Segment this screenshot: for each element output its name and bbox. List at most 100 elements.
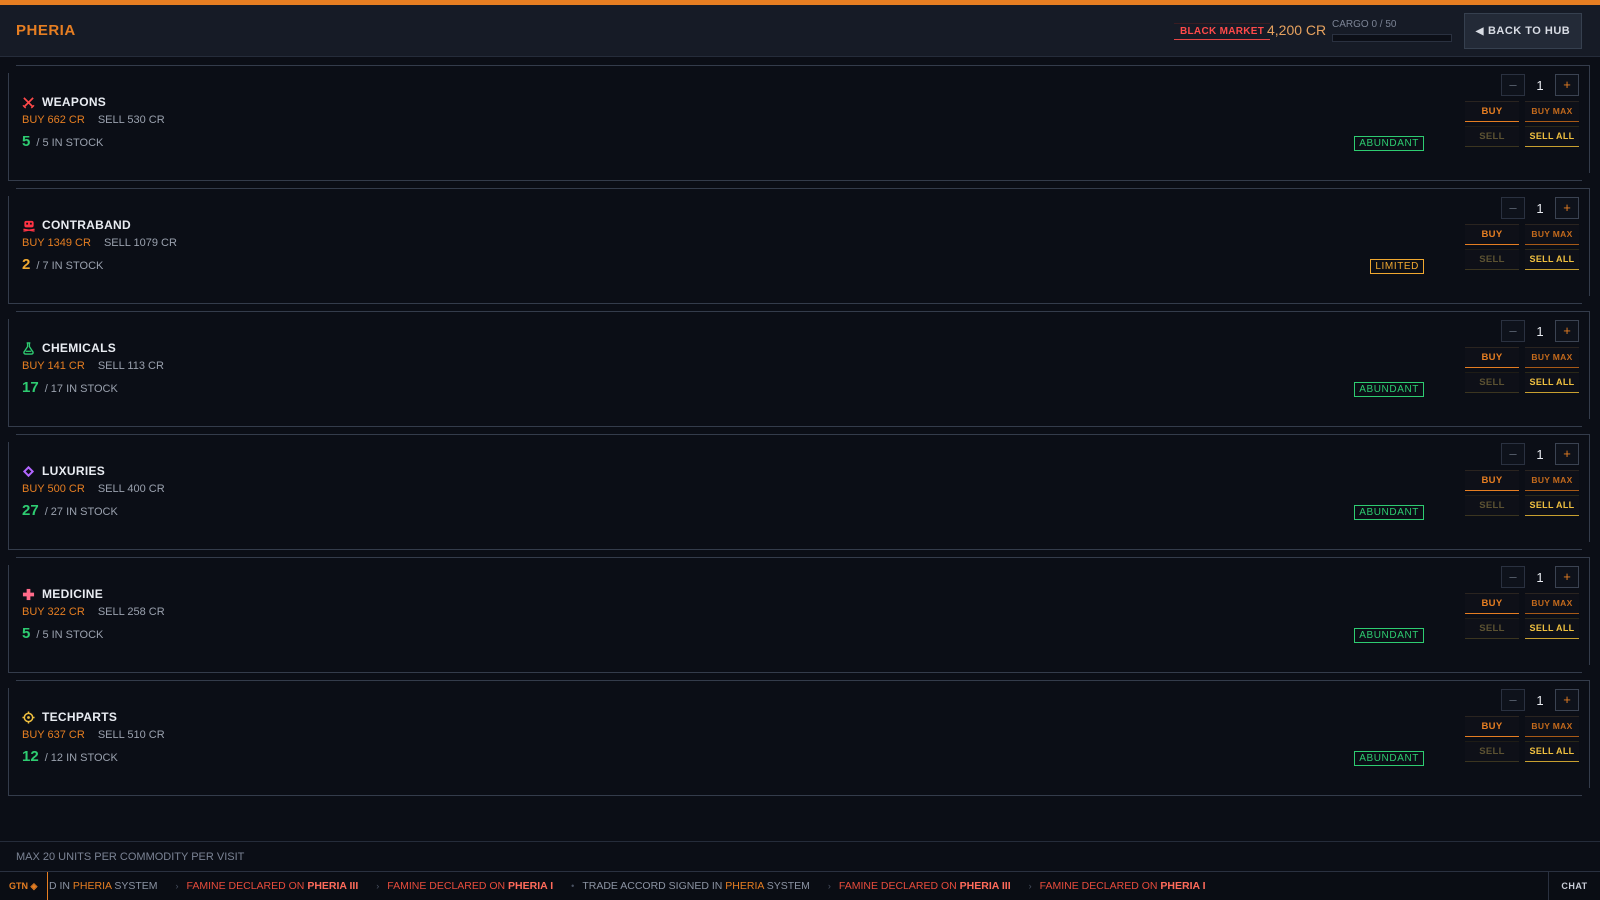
cargo-label: CARGO 0 / 50 bbox=[1332, 19, 1397, 30]
commodity-name: LUXURIES bbox=[22, 464, 105, 478]
sell-button[interactable]: SELL bbox=[1465, 249, 1519, 270]
buy-max-button[interactable]: BUY MAX bbox=[1525, 347, 1579, 368]
purchase-limit-note: MAX 20 UNITS PER COMMODITY PER VISIT bbox=[0, 841, 1600, 871]
sell-button[interactable]: SELL bbox=[1465, 741, 1519, 762]
commodity-row-luxuries: LUXURIES BUY 500 CR SELL 400 CR 27 / 27 … bbox=[8, 434, 1590, 550]
sell-all-button[interactable]: SELL ALL bbox=[1525, 249, 1579, 270]
buy-max-button[interactable]: BUY MAX bbox=[1525, 716, 1579, 737]
supply-status-badge: ABUNDANT bbox=[1354, 505, 1424, 520]
commodity-name: CONTRABAND bbox=[22, 218, 131, 232]
ticker-suffix: SYSTEM bbox=[111, 880, 158, 892]
decrease-quantity-button[interactable]: – bbox=[1501, 566, 1525, 588]
back-to-hub-button[interactable]: ◀ BACK TO HUB bbox=[1464, 13, 1582, 49]
sell-all-button[interactable]: SELL ALL bbox=[1525, 495, 1579, 516]
back-to-hub-label: BACK TO HUB bbox=[1487, 25, 1571, 37]
ticker-suffix: SYSTEM bbox=[763, 880, 810, 892]
buy-button[interactable]: BUY bbox=[1465, 224, 1519, 245]
ticker-item: › FAMINE DECLARED ON PHERIA III bbox=[176, 872, 359, 900]
sell-all-button[interactable]: SELL ALL bbox=[1525, 618, 1579, 639]
ticker-text: TRADE ACCORD SIGNED IN bbox=[582, 880, 726, 892]
ticker-item: › FAMINE DECLARED ON PHERIA I bbox=[1029, 872, 1206, 900]
sell-price: SELL 530 CR bbox=[97, 114, 165, 126]
sell-all-button[interactable]: SELL ALL bbox=[1525, 741, 1579, 762]
commodity-name: TECHPARTS bbox=[22, 710, 117, 724]
buy-button[interactable]: BUY bbox=[1465, 593, 1519, 614]
increase-quantity-button[interactable]: + bbox=[1555, 443, 1579, 465]
ticker-planet: PHERIA bbox=[725, 880, 764, 892]
buy-price: BUY 1349 CR bbox=[22, 237, 91, 249]
decrease-quantity-button[interactable]: – bbox=[1501, 689, 1525, 711]
quantity-value: 1 bbox=[1536, 323, 1544, 339]
commodity-name-label: WEAPONS bbox=[42, 95, 107, 109]
buy-button[interactable]: BUY bbox=[1465, 716, 1519, 737]
chat-button[interactable]: CHAT bbox=[1548, 872, 1600, 900]
buy-max-button[interactable]: BUY MAX bbox=[1525, 470, 1579, 491]
buy-max-button[interactable]: BUY MAX bbox=[1525, 224, 1579, 245]
sell-all-button[interactable]: SELL ALL bbox=[1525, 372, 1579, 393]
sell-price: SELL 1079 CR bbox=[103, 237, 177, 249]
stock-total: / 17 IN STOCK bbox=[44, 383, 118, 395]
buy-button[interactable]: BUY bbox=[1465, 347, 1519, 368]
supply-status-badge: ABUNDANT bbox=[1354, 136, 1424, 151]
ticker-separator-icon: › bbox=[175, 881, 179, 891]
buy-button[interactable]: BUY bbox=[1465, 470, 1519, 491]
credits-display: 4,200 CR bbox=[1267, 22, 1327, 38]
ticker-text: FAMINE DECLARED ON bbox=[838, 880, 960, 892]
buy-max-button[interactable]: BUY MAX bbox=[1525, 101, 1579, 122]
sell-price: SELL 400 CR bbox=[97, 483, 165, 495]
sell-all-button[interactable]: SELL ALL bbox=[1525, 126, 1579, 147]
ticker-planet: PHERIA I bbox=[1160, 880, 1206, 892]
decrease-quantity-button[interactable]: – bbox=[1501, 320, 1525, 342]
stock-count: 27 bbox=[22, 502, 39, 519]
news-ticker: GTN ◈ D IN PHERIA SYSTEM › FAMINE DECLARED… bbox=[0, 871, 1600, 900]
buy-button[interactable]: BUY bbox=[1465, 101, 1519, 122]
quantity-stepper: – 1 + bbox=[1501, 689, 1579, 711]
ticker-separator-icon: › bbox=[376, 881, 380, 891]
stock-info: 17 / 17 IN STOCK bbox=[22, 379, 118, 396]
ticker-planet: PHERIA III bbox=[307, 880, 359, 892]
decrease-quantity-button[interactable]: – bbox=[1501, 74, 1525, 96]
increase-quantity-button[interactable]: + bbox=[1555, 689, 1579, 711]
decrease-quantity-button[interactable]: – bbox=[1501, 197, 1525, 219]
ticker-text: FAMINE DECLARED ON bbox=[387, 880, 509, 892]
swords-icon bbox=[22, 96, 35, 109]
ticker-track: D IN PHERIA SYSTEM › FAMINE DECLARED ON PH… bbox=[49, 872, 1549, 900]
sell-button[interactable]: SELL bbox=[1465, 618, 1519, 639]
sell-button[interactable]: SELL bbox=[1465, 126, 1519, 147]
increase-quantity-button[interactable]: + bbox=[1555, 74, 1579, 96]
cross-icon bbox=[22, 588, 35, 601]
commodity-name-label: TECHPARTS bbox=[42, 710, 118, 724]
stock-count: 12 bbox=[22, 748, 39, 765]
sell-button[interactable]: SELL bbox=[1465, 495, 1519, 516]
commodity-row-techparts: TECHPARTS BUY 637 CR SELL 510 CR 12 / 12… bbox=[8, 680, 1590, 796]
sell-price: SELL 258 CR bbox=[97, 606, 165, 618]
sell-button[interactable]: SELL bbox=[1465, 372, 1519, 393]
increase-quantity-button[interactable]: + bbox=[1555, 197, 1579, 219]
stock-info: 12 / 12 IN STOCK bbox=[22, 748, 118, 765]
increase-quantity-button[interactable]: + bbox=[1555, 320, 1579, 342]
stock-total: / 7 IN STOCK bbox=[36, 260, 104, 272]
stock-count: 2 bbox=[22, 256, 31, 273]
sell-price: SELL 510 CR bbox=[97, 729, 165, 741]
decrease-quantity-button[interactable]: – bbox=[1501, 443, 1525, 465]
buy-price: BUY 637 CR bbox=[22, 729, 85, 741]
commodity-row-medicine: MEDICINE BUY 322 CR SELL 258 CR 5 / 5 IN… bbox=[8, 557, 1590, 673]
commodity-prices: BUY 322 CR SELL 258 CR bbox=[22, 606, 165, 618]
stock-total: / 27 IN STOCK bbox=[44, 506, 118, 518]
quantity-value: 1 bbox=[1536, 200, 1544, 216]
commodity-row-contraband: CONTRABAND BUY 1349 CR SELL 1079 CR 2 / … bbox=[8, 188, 1590, 304]
stock-info: 5 / 5 IN STOCK bbox=[22, 625, 103, 642]
gem-icon bbox=[22, 465, 35, 478]
stock-count: 5 bbox=[22, 133, 31, 150]
increase-quantity-button[interactable]: + bbox=[1555, 566, 1579, 588]
quantity-value: 1 bbox=[1536, 77, 1544, 93]
commodity-prices: BUY 662 CR SELL 530 CR bbox=[22, 114, 165, 126]
ticker-planet: PHERIA III bbox=[959, 880, 1011, 892]
sell-price: SELL 113 CR bbox=[97, 360, 164, 372]
commodity-row-weapons: WEAPONS BUY 662 CR SELL 530 CR 5 / 5 IN … bbox=[8, 65, 1590, 181]
buy-price: BUY 141 CR bbox=[22, 360, 85, 372]
buy-max-button[interactable]: BUY MAX bbox=[1525, 593, 1579, 614]
stock-info: 5 / 5 IN STOCK bbox=[22, 133, 103, 150]
commodity-name-label: CONTRABAND bbox=[42, 218, 131, 232]
cargo-progress-bar bbox=[1332, 34, 1452, 42]
